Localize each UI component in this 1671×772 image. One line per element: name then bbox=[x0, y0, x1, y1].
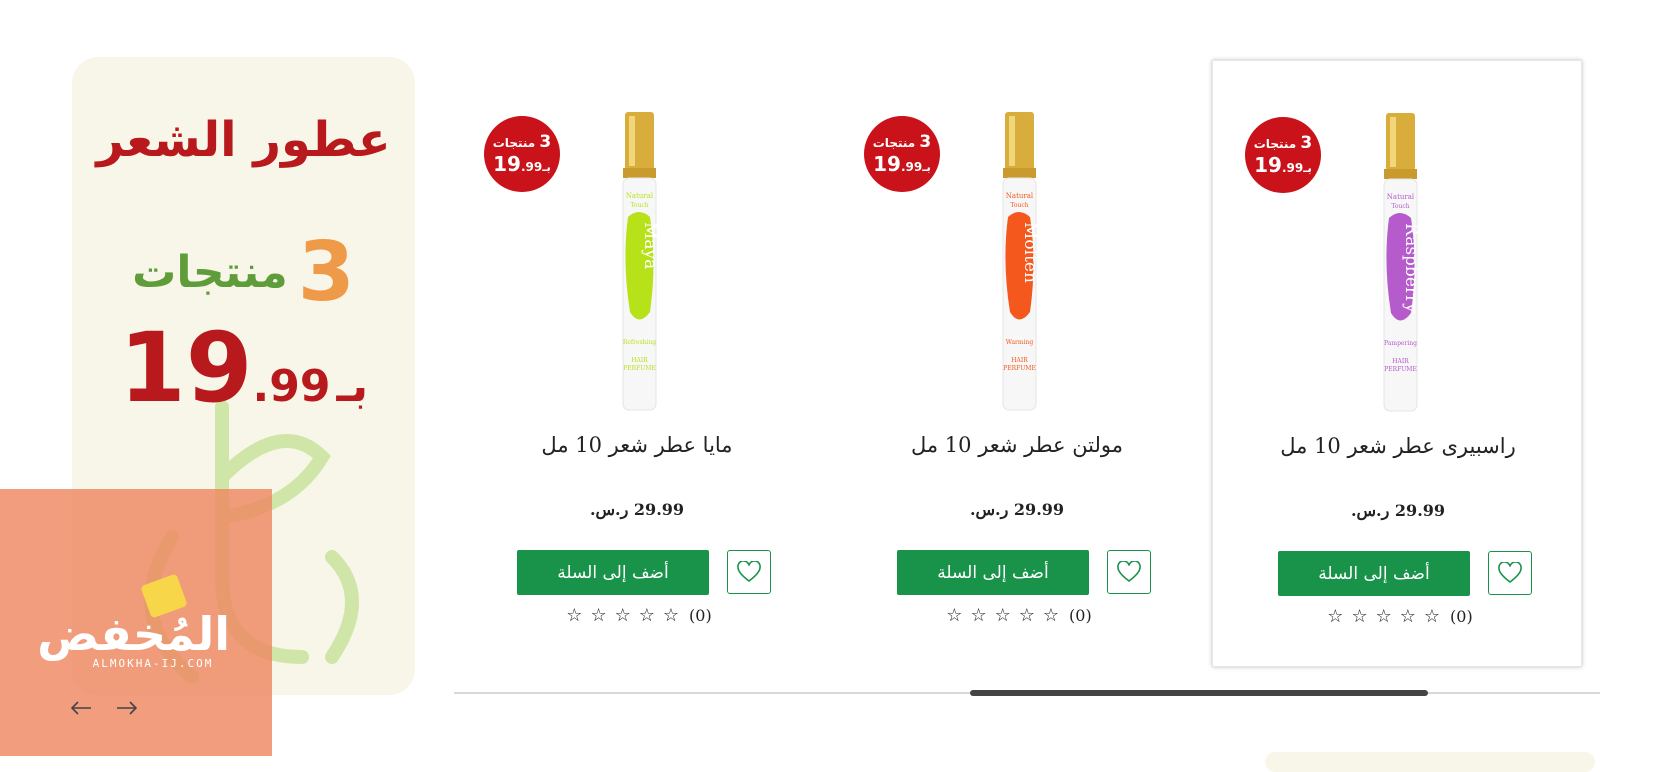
product-price: 29.99 ر.س. bbox=[589, 500, 685, 519]
svg-text:Warming: Warming bbox=[1006, 339, 1034, 346]
promo-count: 3منتجات bbox=[72, 225, 415, 320]
offer-badge: 3 منتجات 19.99بـ bbox=[484, 116, 560, 192]
offer-badge-decimals: .99 bbox=[520, 160, 543, 174]
carousel-prev-button[interactable] bbox=[68, 696, 94, 720]
carousel-scroll-thumb[interactable] bbox=[970, 690, 1428, 696]
svg-text:Natural: Natural bbox=[1006, 192, 1034, 200]
promo-price-main: 19 bbox=[118, 312, 257, 424]
promo-count-number: 3 bbox=[297, 225, 355, 320]
product-image[interactable]: Natural Touch Raspberry Pampering HAIR P… bbox=[1353, 113, 1448, 413]
rating-star-icon[interactable]: ☆ bbox=[663, 605, 679, 626]
svg-text:HAIR: HAIR bbox=[1011, 357, 1028, 364]
rating-star-icon[interactable]: ☆ bbox=[566, 605, 582, 626]
offer-badge: 3 منتجات 19.99بـ bbox=[864, 116, 940, 192]
heart-icon bbox=[737, 561, 761, 583]
rating-star-icon[interactable]: ☆ bbox=[639, 605, 655, 626]
product-card[interactable]: 3 منتجات 19.99بـ Natural Touch Molten Wa… bbox=[832, 60, 1202, 667]
svg-text:PERFUME: PERFUME bbox=[1003, 365, 1036, 372]
wishlist-button[interactable] bbox=[1107, 550, 1151, 594]
offer-badge-price: 19 bbox=[493, 152, 522, 176]
product-rating: (0) ☆ ☆ ☆ ☆ ☆ bbox=[1213, 606, 1583, 627]
offer-badge-price: 19 bbox=[873, 152, 902, 176]
rating-count: (0) bbox=[1450, 607, 1473, 626]
rating-star-icon[interactable]: ☆ bbox=[1043, 605, 1059, 626]
promo-price: 19.99 بـ bbox=[72, 312, 415, 424]
svg-text:PERFUME: PERFUME bbox=[1384, 366, 1417, 373]
svg-text:Touch: Touch bbox=[630, 202, 648, 209]
product-card[interactable]: 3 منتجات 19.99بـ Natural Touch Maya Refr… bbox=[452, 60, 822, 667]
offer-badge: 3 منتجات 19.99بـ bbox=[1245, 117, 1321, 193]
add-to-cart-button[interactable]: أضف إلى السلة bbox=[897, 550, 1089, 595]
product-title[interactable]: مايا عطر شعر 10 مل bbox=[452, 433, 822, 457]
product-card[interactable]: 3 منتجات 19.99بـ Natural Touch Raspberry… bbox=[1212, 60, 1582, 667]
watermark-subtext: ALMOKHA-IJ.COM bbox=[92, 657, 214, 670]
product-price: 29.99 ر.س. bbox=[1350, 501, 1446, 520]
promo-count-label: منتجات bbox=[132, 247, 288, 298]
add-to-cart-button[interactable]: أضف إلى السلة bbox=[1278, 551, 1470, 596]
svg-text:Molten: Molten bbox=[1020, 222, 1040, 283]
rating-star-icon[interactable]: ☆ bbox=[590, 605, 606, 626]
rating-star-icon[interactable]: ☆ bbox=[970, 605, 986, 626]
promo-price-decimals: .99 bbox=[252, 361, 331, 412]
arrow-left-icon bbox=[70, 701, 91, 715]
offer-badge-label: منتجات bbox=[492, 136, 536, 150]
rating-star-icon[interactable]: ☆ bbox=[615, 605, 631, 626]
svg-text:HAIR: HAIR bbox=[631, 357, 648, 364]
rating-count: (0) bbox=[689, 606, 712, 625]
add-to-cart-button[interactable]: أضف إلى السلة bbox=[517, 550, 709, 595]
promo-title: عطور الشعر bbox=[96, 112, 391, 168]
rating-star-icon[interactable]: ☆ bbox=[995, 605, 1011, 626]
svg-text:Natural: Natural bbox=[626, 192, 654, 200]
wishlist-button[interactable] bbox=[1488, 551, 1532, 595]
watermark-logo: المُخفض bbox=[37, 607, 231, 661]
offer-badge-count: 3 bbox=[919, 132, 932, 152]
offer-badge-count: 3 bbox=[1300, 133, 1313, 153]
rating-star-icon[interactable]: ☆ bbox=[1424, 606, 1440, 627]
svg-text:Pampering: Pampering bbox=[1384, 340, 1417, 347]
svg-text:Touch: Touch bbox=[1391, 203, 1409, 210]
rating-star-icon[interactable]: ☆ bbox=[946, 605, 962, 626]
svg-text:HAIR: HAIR bbox=[1392, 358, 1409, 365]
heart-icon bbox=[1498, 562, 1522, 584]
product-rating: (0) ☆ ☆ ☆ ☆ ☆ bbox=[832, 605, 1202, 626]
svg-text:Refreshing: Refreshing bbox=[623, 339, 656, 346]
rating-star-icon[interactable]: ☆ bbox=[1327, 606, 1343, 627]
rating-star-icon[interactable]: ☆ bbox=[1351, 606, 1367, 627]
svg-text:Touch: Touch bbox=[1010, 202, 1028, 209]
rating-count: (0) bbox=[1069, 606, 1092, 625]
svg-text:PERFUME: PERFUME bbox=[623, 365, 656, 372]
product-title[interactable]: مولتن عطر شعر 10 مل bbox=[832, 433, 1202, 457]
rating-star-icon[interactable]: ☆ bbox=[1400, 606, 1416, 627]
wishlist-button[interactable] bbox=[727, 550, 771, 594]
product-image[interactable]: Natural Touch Maya Refreshing HAIR PERFU… bbox=[592, 112, 687, 412]
offer-badge-label: منتجات bbox=[872, 136, 916, 150]
offer-badge-decimals: .99 bbox=[1281, 161, 1304, 175]
promo-price-prefix: بـ bbox=[336, 361, 369, 412]
svg-text:Maya: Maya bbox=[640, 222, 660, 269]
rating-star-icon[interactable]: ☆ bbox=[1019, 605, 1035, 626]
offer-badge-count: 3 bbox=[539, 132, 552, 152]
product-title[interactable]: راسبيرى عطر شعر 10 مل bbox=[1213, 434, 1583, 458]
offer-badge-price: 19 bbox=[1254, 153, 1283, 177]
offer-badge-label: منتجات bbox=[1253, 137, 1297, 151]
product-price: 29.99 ر.س. bbox=[969, 500, 1065, 519]
offer-badge-prefix: بـ bbox=[1303, 161, 1313, 175]
svg-text:Natural: Natural bbox=[1387, 193, 1415, 201]
svg-text:Raspberry: Raspberry bbox=[1401, 223, 1421, 313]
offer-badge-prefix: بـ bbox=[542, 160, 552, 174]
product-image[interactable]: Natural Touch Molten Warming HAIR PERFUM… bbox=[972, 112, 1067, 412]
rating-star-icon[interactable]: ☆ bbox=[1376, 606, 1392, 627]
offer-badge-decimals: .99 bbox=[900, 160, 923, 174]
heart-icon bbox=[1117, 561, 1141, 583]
offer-badge-prefix: بـ bbox=[922, 160, 932, 174]
product-rating: (0) ☆ ☆ ☆ ☆ ☆ bbox=[452, 605, 822, 626]
arrow-right-icon bbox=[117, 701, 138, 715]
next-section-peek bbox=[1265, 752, 1595, 772]
carousel-next-button[interactable] bbox=[114, 696, 140, 720]
